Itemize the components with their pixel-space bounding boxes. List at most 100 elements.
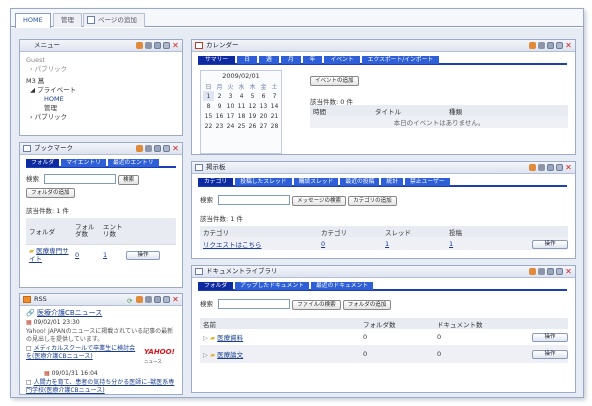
- post-count[interactable]: 1: [449, 240, 453, 248]
- calendar-day[interactable]: 23: [214, 121, 225, 131]
- calendar-day[interactable]: 9: [214, 101, 225, 111]
- calendar-day[interactable]: 22: [203, 121, 214, 131]
- calendar-day[interactable]: 8: [203, 101, 214, 111]
- tab-week[interactable]: 週: [259, 56, 279, 64]
- minimize-icon[interactable]: [547, 42, 554, 49]
- minimize-icon[interactable]: [547, 164, 554, 171]
- tab-posted-threads[interactable]: 投稿したスレッド: [235, 178, 292, 186]
- minimize-icon[interactable]: [154, 296, 161, 303]
- entry-count[interactable]: 1: [103, 251, 107, 259]
- bookmark-search-button[interactable]: 検索: [118, 175, 140, 185]
- maximize-icon[interactable]: [556, 268, 563, 275]
- tab-summary[interactable]: サマリー: [198, 56, 236, 64]
- calendar-day[interactable]: 21: [269, 111, 280, 121]
- folder-link[interactable]: 医療専門サイト: [29, 247, 69, 263]
- calendar-day[interactable]: 19: [247, 111, 258, 121]
- tab-uploaded-docs[interactable]: アップしたドキュメント: [235, 282, 309, 290]
- rss-feed-link[interactable]: 医療介護CBニュース: [37, 309, 102, 317]
- calendar-day[interactable]: 15: [203, 111, 214, 121]
- tab-home[interactable]: HOME: [15, 13, 51, 28]
- menu-item-kanri[interactable]: 管理: [26, 104, 176, 113]
- folder-link[interactable]: 医療論文: [217, 351, 243, 359]
- maximize-icon[interactable]: [163, 42, 170, 49]
- help-icon[interactable]: [538, 164, 545, 171]
- add-folder-button[interactable]: フォルダの追加: [342, 300, 392, 310]
- calendar-day[interactable]: 3: [225, 91, 236, 101]
- calendar-day[interactable]: 2: [214, 91, 225, 101]
- calendar-day[interactable]: 14: [269, 101, 280, 111]
- maximize-icon[interactable]: [163, 145, 170, 152]
- calendar-day[interactable]: 4: [236, 91, 247, 101]
- close-icon[interactable]: ✕: [172, 42, 179, 50]
- tab-event[interactable]: イベント: [324, 56, 360, 64]
- calendar-day[interactable]: 18: [236, 111, 247, 121]
- expand-arrow-icon[interactable]: ▷: [203, 334, 208, 342]
- operation-button[interactable]: 操作: [532, 239, 568, 249]
- tab-my-entries[interactable]: マイエントリ: [61, 159, 106, 167]
- maximize-icon[interactable]: [556, 42, 563, 49]
- tab-day[interactable]: 日: [237, 56, 258, 64]
- calendar-day[interactable]: 28: [269, 121, 280, 131]
- thread-count[interactable]: 1: [385, 240, 389, 248]
- category-count[interactable]: 0: [321, 240, 325, 248]
- operation-button[interactable]: 操作: [126, 251, 160, 261]
- add-event-button[interactable]: イベントの追加: [310, 76, 359, 86]
- tab-subscribed-threads[interactable]: 購読スレッド: [293, 178, 339, 186]
- maximize-icon[interactable]: [163, 296, 170, 303]
- calendar-day[interactable]: 6: [258, 91, 269, 101]
- calendar-day[interactable]: 5: [247, 91, 258, 101]
- help-icon[interactable]: [145, 42, 152, 49]
- tab-recent-entries[interactable]: 最近のエントリ: [107, 159, 159, 167]
- close-icon[interactable]: ✕: [172, 145, 179, 153]
- config-icon[interactable]: [529, 42, 536, 49]
- category-link[interactable]: リクエストはこちら: [203, 241, 262, 249]
- add-folder-button[interactable]: フォルダの追加: [26, 188, 75, 198]
- help-icon[interactable]: [538, 268, 545, 275]
- calendar-day[interactable]: 13: [258, 101, 269, 111]
- tab-add-page[interactable]: ページの追加: [83, 13, 145, 27]
- calendar-day[interactable]: 17: [225, 111, 236, 121]
- add-category-button[interactable]: カテゴリの追加: [348, 196, 397, 206]
- help-icon[interactable]: [145, 296, 152, 303]
- doclib-search-input[interactable]: [218, 299, 291, 309]
- expand-arrow-icon[interactable]: ▷: [203, 351, 208, 359]
- close-icon[interactable]: ✕: [172, 296, 179, 304]
- menu-item-private[interactable]: プライベート: [37, 86, 76, 94]
- maximize-icon[interactable]: [556, 164, 563, 171]
- help-icon[interactable]: [538, 42, 545, 49]
- tab-month[interactable]: 月: [280, 56, 301, 64]
- config-icon[interactable]: [529, 164, 536, 171]
- folder-link[interactable]: 医療資料: [217, 334, 243, 342]
- minimize-icon[interactable]: [154, 42, 161, 49]
- tab-kanri[interactable]: 管理: [53, 13, 82, 27]
- board-search-input[interactable]: [218, 195, 291, 205]
- message-search-button[interactable]: メッセージの検索: [292, 196, 347, 206]
- tab-folder[interactable]: フォルダ: [198, 282, 234, 290]
- calendar-day[interactable]: 12: [247, 101, 258, 111]
- minimize-icon[interactable]: [154, 145, 161, 152]
- menu-item-home[interactable]: HOME: [26, 95, 176, 104]
- tab-recent-docs[interactable]: 最近のドキュメント: [310, 282, 374, 290]
- minimize-icon[interactable]: [547, 268, 554, 275]
- folder-count[interactable]: 0: [75, 251, 79, 259]
- calendar-day[interactable]: 7: [269, 91, 280, 101]
- bookmark-search-input[interactable]: [44, 174, 117, 184]
- config-icon[interactable]: [136, 42, 143, 49]
- calendar-day[interactable]: 11: [236, 101, 247, 111]
- rss-item-2-link[interactable]: 人間力を育て、患者の気持ち分かる医師に–獣医系専門学校(医療介護CBニュース): [26, 379, 174, 394]
- operation-button[interactable]: 操作: [532, 350, 568, 359]
- config-icon[interactable]: [136, 145, 143, 152]
- config-icon[interactable]: [529, 268, 536, 275]
- tab-stats[interactable]: 統計: [381, 178, 403, 186]
- close-icon[interactable]: ✕: [565, 42, 572, 50]
- calendar-day[interactable]: 10: [225, 101, 236, 111]
- help-icon[interactable]: [145, 145, 152, 152]
- calendar-day[interactable]: 25: [236, 121, 247, 131]
- tab-year[interactable]: 年: [302, 56, 323, 64]
- refresh-icon[interactable]: ⟳: [127, 296, 134, 305]
- calendar-day[interactable]: 20: [258, 111, 269, 121]
- file-search-button[interactable]: ファイルの検索: [292, 300, 341, 310]
- menu-item-public[interactable]: パブリック: [35, 65, 68, 73]
- calendar-day[interactable]: 1: [203, 91, 214, 101]
- tab-export-import[interactable]: エクスポート/インポート: [361, 56, 440, 64]
